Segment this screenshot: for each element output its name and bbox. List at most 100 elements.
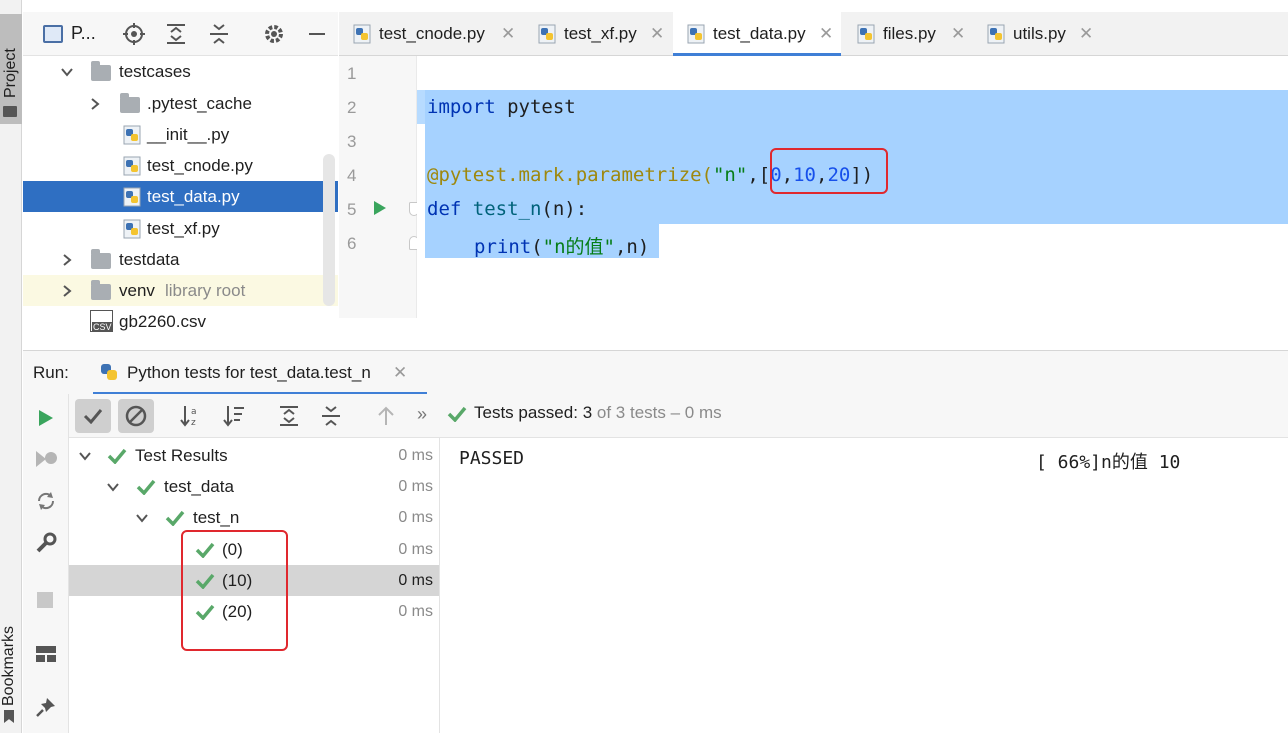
chevron-down-icon[interactable] [61,66,73,78]
test-runner-toolbar: az » Tests passed: 3 of 3 tests – 0 ms [69,394,1288,438]
console-line: [ 66%]n的值 10 [1036,452,1181,473]
chevron-right-icon[interactable] [61,285,73,297]
python-file-icon [123,219,141,239]
passed-check-icon [107,448,127,464]
tab-test-xf[interactable]: test_xf.py ✕ [524,12,672,56]
show-passed-toggle[interactable] [75,399,111,433]
show-ignored-toggle[interactable] [118,399,154,433]
tab-utils[interactable]: utils.py ✕ [973,12,1101,56]
tree-item-test-xf[interactable]: test_xf.py [23,213,338,244]
close-icon[interactable]: ✕ [1079,12,1093,56]
close-icon[interactable]: ✕ [819,12,833,56]
chevron-down-icon[interactable] [79,450,91,462]
rerun-icon[interactable] [37,408,55,428]
tree-item-init-py[interactable]: __init__.py [23,119,338,150]
folder-icon [91,280,111,300]
tree-item-testdata[interactable]: testdata [23,244,338,275]
tree-item-label: gb2260.csv [119,312,206,331]
close-icon[interactable]: ✕ [501,12,515,56]
python-file-icon [123,156,141,176]
status-prefix: Tests passed: [474,403,578,422]
wrench-icon[interactable] [35,532,57,554]
csv-file-icon: CSV [90,310,113,332]
tree-item-label: test_xf.py [147,219,220,238]
result-time: 0 ms [398,447,433,464]
result-time: 0 ms [398,509,433,526]
folder-icon [91,61,111,81]
run-tab[interactable]: Python tests for test_data.test_n ✕ [93,351,427,395]
tree-item-pytest-cache[interactable]: .pytest_cache [23,88,338,119]
chevron-down-icon[interactable] [107,481,119,493]
tree-item-label: __init__.py [147,125,230,144]
close-icon[interactable]: ✕ [951,12,965,56]
chevron-right-icon[interactable] [89,98,101,110]
pin-icon[interactable] [35,696,57,718]
gear-icon[interactable] [262,22,286,46]
tree-item-test-cnode[interactable]: test_cnode.py [23,150,338,181]
python-file-icon [538,24,556,44]
chevron-right-icon[interactable] [61,254,73,266]
result-row-test-n[interactable]: test_n 0 ms [69,502,439,533]
close-icon[interactable]: ✕ [393,363,407,383]
close-icon[interactable]: ✕ [650,12,664,56]
locate-icon[interactable] [122,22,146,46]
expand-all-icon[interactable] [277,404,301,428]
result-time: 0 ms [398,603,433,620]
python-file-icon [123,187,141,207]
builtin-print: print [474,236,532,258]
python-file-icon [987,24,1005,44]
tab-files[interactable]: files.py ✕ [843,12,971,56]
tests-status: Tests passed: 3 of 3 tests – 0 ms [474,403,722,423]
python-file-icon [687,24,705,44]
expand-all-icon[interactable] [164,22,188,46]
folder-icon [120,93,140,113]
code-editor[interactable]: import pytest @pytest.mark.parametrize("… [417,56,1288,318]
tab-test-cnode[interactable]: test_cnode.py ✕ [339,12,521,56]
tab-label: test_data.py [713,24,806,43]
layout-icon[interactable] [35,644,57,664]
result-time: 0 ms [398,572,433,589]
project-view-icon[interactable] [43,25,63,43]
bookmarks-tab-label: Bookmarks [0,625,17,706]
tree-item-venv[interactable]: venv library root [23,275,338,306]
sort-by-duration-icon[interactable] [222,404,246,428]
more-actions-icon[interactable]: » [417,404,427,425]
result-label: Test Results [135,446,228,465]
result-row-root[interactable]: Test Results 0 ms [69,440,439,471]
project-panel-title[interactable]: P... [71,23,96,44]
result-time: 0 ms [398,541,433,558]
tab-test-data[interactable]: test_data.py ✕ [673,12,841,56]
collapse-all-icon[interactable] [207,22,231,46]
status-suffix: of 3 tests – 0 ms [596,403,722,422]
run-gutter-icon[interactable] [373,200,387,216]
code-text: ( [531,236,543,258]
rerun-failed-icon[interactable] [34,448,58,470]
bookmarks-tool-tab[interactable]: Bookmarks [0,606,22,726]
sort-alphabetically-icon[interactable]: az [179,404,203,428]
result-label: test_n [193,508,240,527]
passed-check-icon [165,510,185,526]
editor-gutter: 1 2 3 4 5 6 [339,56,419,318]
python-file-icon [123,125,141,145]
minimize-icon[interactable] [305,22,329,46]
python-file-icon [857,24,875,44]
tree-item-test-data[interactable]: test_data.py [23,181,338,212]
project-scrollbar[interactable] [323,154,335,306]
tree-item-label: .pytest_cache [147,94,252,113]
console-output[interactable]: PASSED [ 66%]n的值 10 [440,438,1288,733]
tree-item-testcases[interactable]: testcases [23,56,338,87]
chevron-down-icon[interactable] [136,512,148,524]
result-row-test-data[interactable]: test_data 0 ms [69,471,439,502]
run-label: Run: [33,363,69,382]
left-tool-strip: Project Bookmarks [0,0,22,733]
previous-test-icon[interactable] [374,404,398,428]
code-line-2: import pytest [427,96,576,118]
python-file-icon [353,24,371,44]
project-tool-tab[interactable]: Project [0,14,22,124]
svg-text:z: z [191,418,196,428]
stop-icon[interactable] [37,592,53,608]
collapse-all-icon[interactable] [319,404,343,428]
result-label: test_data [164,477,234,496]
toggle-auto-test-icon[interactable] [35,490,57,512]
tree-item-gb2260[interactable]: CSV gb2260.csv [23,306,338,337]
